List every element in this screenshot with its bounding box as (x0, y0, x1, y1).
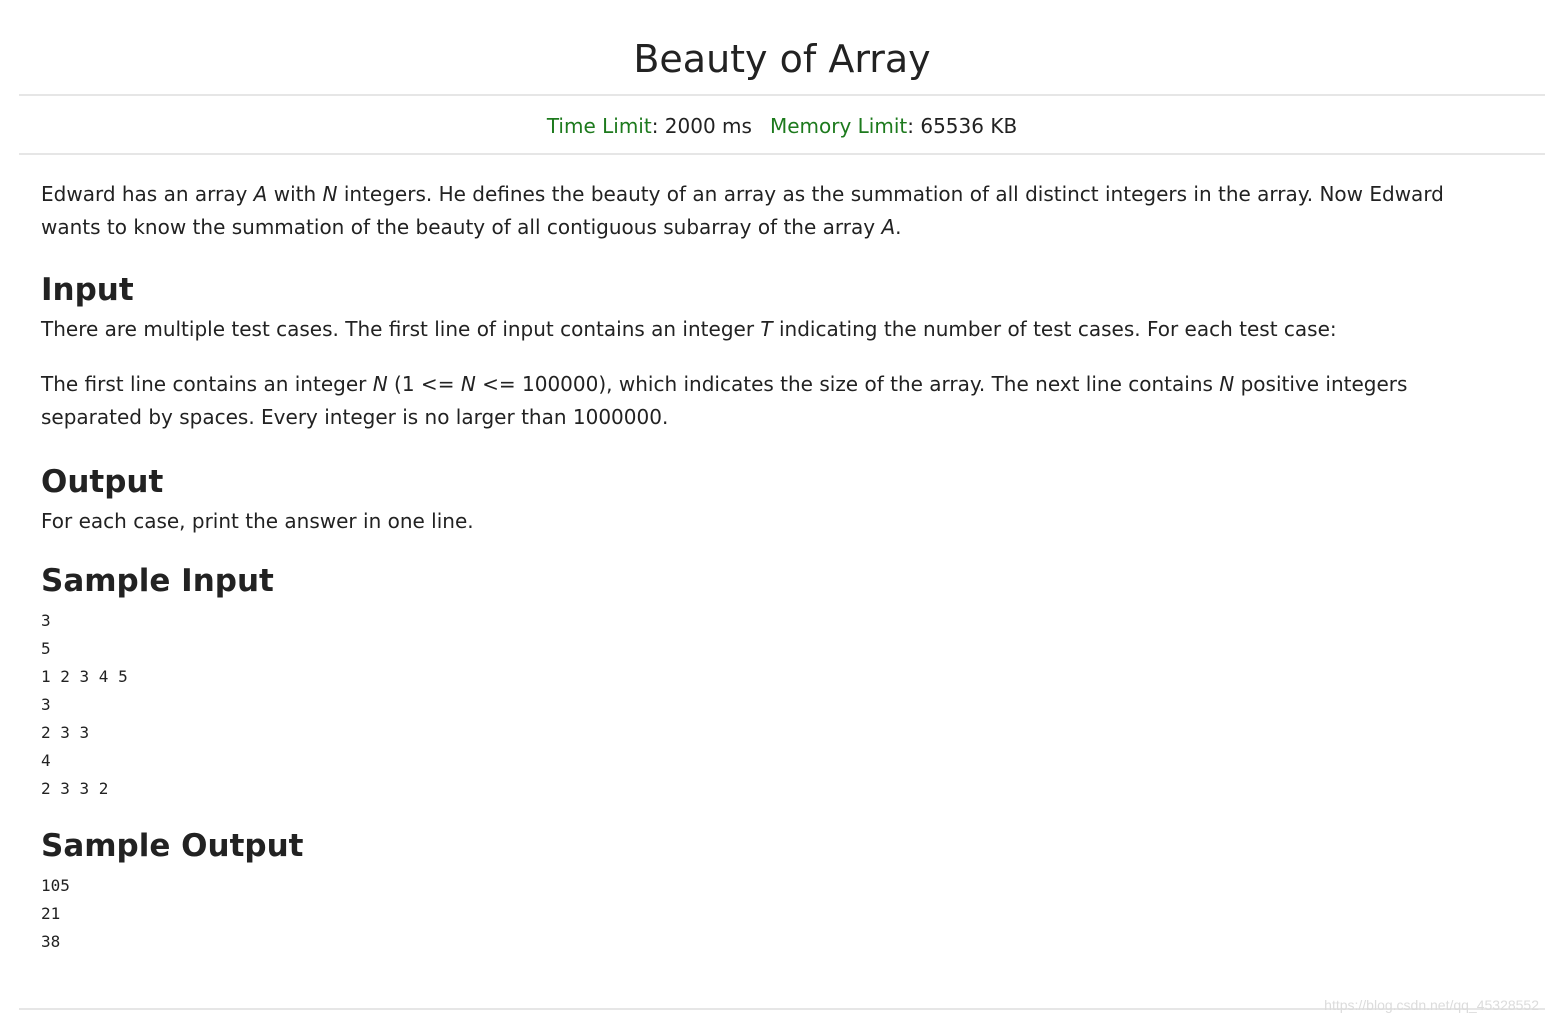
footer-divider (19, 1008, 1545, 1010)
output-paragraph: For each case, print the answer in one l… (41, 509, 474, 533)
problem-content: Edward has an array A with N integers. H… (41, 178, 1501, 956)
sample-input-block: 3 5 1 2 3 4 5 3 2 3 3 4 2 3 3 2 (41, 611, 128, 798)
variable-a: A (253, 182, 268, 206)
variable-n: N (372, 372, 388, 396)
input-paragraph-2: The first line contains an integer N (1 … (41, 372, 1408, 429)
memory-limit-label: Memory Limit (769, 114, 908, 138)
variable-n: N (1219, 372, 1235, 396)
time-limit-label: Time Limit (546, 114, 652, 138)
limits-bar: Time Limit: 2000 ms Memory Limit: 65536 K… (0, 110, 1547, 142)
input-paragraph-1: There are multiple test cases. The first… (41, 317, 1337, 341)
limits-divider (19, 153, 1545, 155)
description-paragraph: Edward has an array A with N integers. H… (41, 182, 1444, 239)
time-limit-value: : 2000 ms (651, 114, 752, 138)
title-divider (19, 94, 1545, 96)
sample-output-heading: Sample Output (41, 828, 304, 864)
variable-a: A (881, 215, 896, 239)
variable-n: N (460, 372, 476, 396)
variable-t: T (760, 317, 773, 341)
output-heading: Output (41, 464, 164, 500)
input-heading: Input (41, 272, 134, 308)
variable-n: N (322, 182, 338, 206)
watermark: https://blog.csdn.net/qq_45328552 (1324, 997, 1539, 1013)
problem-page: Beauty of Array Time Limit: 2000 ms Memor… (0, 0, 1547, 1026)
memory-limit-value: : 65536 KB (907, 114, 1018, 138)
sample-input-heading: Sample Input (41, 563, 274, 599)
problem-title: Beauty of Array (633, 37, 931, 81)
sample-output-block: 105 21 38 (41, 876, 70, 951)
